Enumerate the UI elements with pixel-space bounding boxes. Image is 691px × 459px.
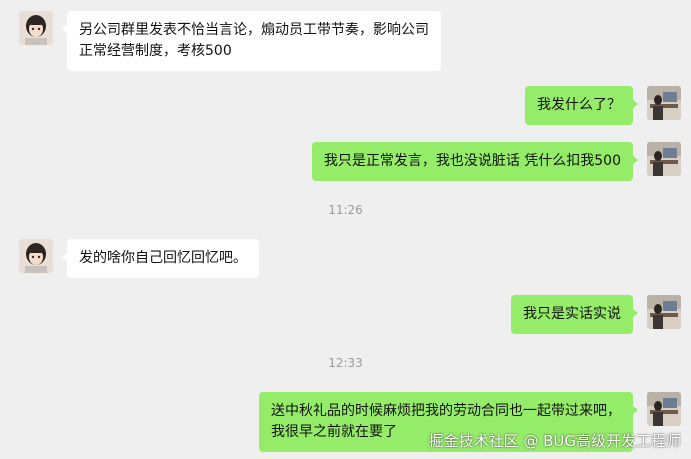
message-bubble-incoming[interactable]: 另公司群里发表不恰当言论，煽动员工带节奏，影响公司 正常经营制度，考核500 [62, 11, 441, 71]
chat-history: 另公司群里发表不恰当言论，煽动员工带节奏，影响公司 正常经营制度，考核500 我… [0, 0, 691, 459]
contact-avatar[interactable] [19, 11, 53, 45]
message-bubble-outgoing[interactable]: 我只是实话实说 [511, 295, 638, 334]
timestamp: 12:33 [328, 356, 363, 370]
message-line: 正常经营制度，考核500 [79, 43, 232, 59]
desk-avatar-icon [647, 392, 681, 426]
message-line: 送中秋礼品的时候麻烦把我的劳动合同也一起带过来吧， [271, 403, 621, 419]
girl-avatar-icon [19, 239, 53, 273]
message-line: 另公司群里发表不恰当言论，煽动员工带节奏，影响公司 [79, 22, 429, 38]
self-avatar[interactable] [647, 295, 681, 329]
timestamp: 11:26 [328, 203, 363, 217]
contact-avatar[interactable] [19, 239, 53, 273]
self-avatar[interactable] [647, 142, 681, 176]
desk-avatar-icon [647, 86, 681, 120]
message-line: 我只是正常发言，我也没说脏话 凭什么扣我500 [323, 153, 621, 169]
message-line: 发的啥你自己回忆回忆吧。 [79, 250, 247, 266]
desk-avatar-icon [647, 142, 681, 176]
message-bubble-outgoing[interactable]: 我只是正常发言，我也没说脏话 凭什么扣我500 [311, 142, 639, 181]
girl-avatar-icon [19, 11, 53, 45]
desk-avatar-icon [647, 295, 681, 329]
message-bubble-incoming[interactable]: 发的啥你自己回忆回忆吧。 [62, 239, 259, 278]
self-avatar[interactable] [647, 86, 681, 120]
self-avatar[interactable] [647, 392, 681, 426]
watermark: 掘金技术社区 @ BUG高级开发工程师 [428, 432, 681, 450]
message-line: 我发什么了？ [537, 97, 621, 113]
message-line: 我只是实话实说 [523, 306, 621, 322]
message-bubble-outgoing[interactable]: 我发什么了？ [525, 86, 638, 125]
